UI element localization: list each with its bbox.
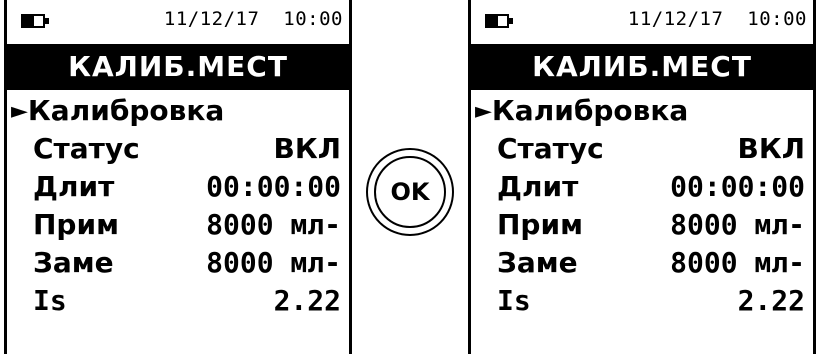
screen-title: КАЛИБ.МЕСТ	[7, 44, 349, 90]
menu-item-is[interactable]: Is 2.22	[7, 282, 349, 320]
menu-item-value: 00:00:00	[206, 170, 341, 203]
menu-item-label: Is	[33, 284, 67, 317]
battery-icon	[485, 14, 515, 30]
menu-item-value: 2.22	[737, 284, 805, 317]
menu-item-label: Калибровка	[27, 94, 225, 127]
menu-item-value: 8000 мл-	[206, 208, 341, 241]
menu-list: ►Калибровка Статус ВКЛ Длит 00:00:00 При…	[7, 90, 349, 320]
device-screen-after: 11/12/17 10:00 КАЛИБ.МЕСТ ►Калибровка Ст…	[468, 0, 816, 354]
menu-item-label: Прим	[33, 208, 119, 241]
menu-item-status[interactable]: Статус ВКЛ	[7, 130, 349, 168]
screen-title: КАЛИБ.МЕСТ	[471, 44, 813, 90]
menu-item-duration[interactable]: Длит 00:00:00	[471, 168, 813, 206]
menu-item-value: 00:00:00	[670, 170, 805, 203]
menu-item-applied[interactable]: Прим 8000 мл-	[7, 206, 349, 244]
menu-item-value: ВКЛ	[737, 132, 805, 165]
menu-item-label: Статус	[497, 132, 604, 165]
battery-icon	[21, 14, 51, 30]
menu-item-calibration[interactable]: ►Калибровка	[471, 92, 813, 130]
menu-item-measured[interactable]: Заме 8000 мл-	[7, 244, 349, 282]
menu-item-value: 8000 мл-	[670, 246, 805, 279]
menu-list: ►Калибровка Статус ВКЛ Длит 00:00:00 При…	[471, 90, 813, 320]
selection-cursor-icon: ►	[475, 99, 492, 124]
menu-item-label: Is	[497, 284, 531, 317]
menu-item-status[interactable]: Статус ВКЛ	[471, 130, 813, 168]
menu-item-duration[interactable]: Длит 00:00:00	[7, 168, 349, 206]
status-bar: 11/12/17 10:00	[7, 0, 349, 44]
menu-item-calibration[interactable]: ►Калибровка	[7, 92, 349, 130]
menu-item-label: Длит	[497, 170, 579, 203]
menu-item-value: 8000 мл-	[670, 208, 805, 241]
menu-item-value: 8000 мл-	[206, 246, 341, 279]
menu-item-applied[interactable]: Прим 8000 мл-	[471, 206, 813, 244]
menu-item-label: Заме	[33, 246, 114, 279]
menu-item-is[interactable]: Is 2.22	[471, 282, 813, 320]
device-screen-before: 11/12/17 10:00 КАЛИБ.МЕСТ ►Калибровка Ст…	[4, 0, 352, 354]
datetime: 11/12/17 10:00	[163, 8, 343, 30]
menu-item-label: Калибровка	[491, 94, 689, 127]
ok-button[interactable]: OK	[366, 148, 454, 236]
menu-item-label: Длит	[33, 170, 115, 203]
menu-item-label: Прим	[497, 208, 583, 241]
menu-item-label: Заме	[497, 246, 578, 279]
selection-cursor-icon: ►	[11, 99, 28, 124]
datetime: 11/12/17 10:00	[627, 8, 807, 30]
menu-item-measured[interactable]: Заме 8000 мл-	[471, 244, 813, 282]
menu-item-value: ВКЛ	[273, 132, 341, 165]
ok-button-label: OK	[374, 156, 446, 228]
status-bar: 11/12/17 10:00	[471, 0, 813, 44]
menu-item-value: 2.22	[273, 284, 341, 317]
menu-item-label: Статус	[33, 132, 140, 165]
